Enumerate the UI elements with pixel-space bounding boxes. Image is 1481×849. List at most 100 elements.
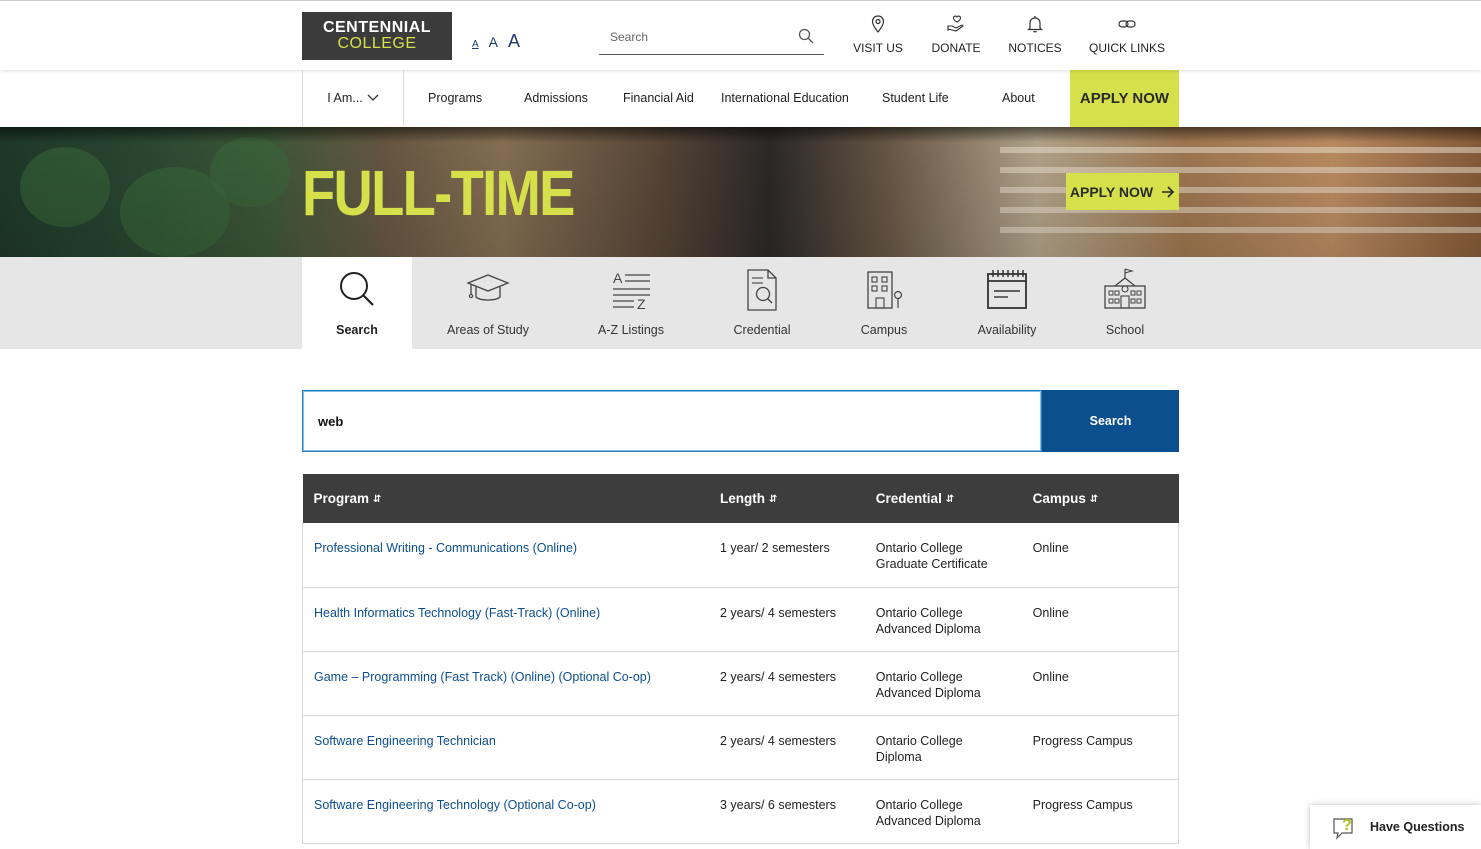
table-row: Software Engineering Technology (Optiona… [301,779,1179,844]
tab-a-z-listings[interactable]: AZ A-Z Listings [578,257,684,349]
length-cell: 2 years/ 4 semesters [708,587,865,652]
svg-text:Z: Z [637,296,646,312]
tab-areas-of-study[interactable]: Areas of Study [430,257,546,349]
table-header-row: Program ⇵ Length ⇵ Credential ⇵ Campus ⇵ [302,474,1179,523]
length-cell: 3 years/ 6 semesters [708,779,865,844]
tab-search[interactable]: Search [302,257,412,349]
program-cell: Game – Programming (Fast Track) (Online)… [301,651,709,716]
column-header-program-label: Program [313,491,370,506]
question-chat-icon: ? [1333,817,1353,840]
table-row: Professional Writing - Communications (O… [301,523,1179,588]
program-link[interactable]: Software Engineering Technician [314,734,496,748]
sort-icon: ⇵ [768,494,778,505]
credential-cell: Ontario College Advanced Diploma [864,651,1022,716]
text-size-small[interactable]: A [472,39,479,50]
column-header-credential-label: Credential [875,491,942,506]
tab-campus[interactable]: Campus [840,257,928,349]
column-header-credential[interactable]: Credential ⇵ [864,474,1022,523]
nav-student-life[interactable]: Student Life [882,70,949,126]
centennial-logo[interactable]: CENTENNIAL COLLEGE [302,12,452,60]
utility-links: VISIT US DONATE NOTICES QUICK LINKS [840,14,1180,55]
credential-line-2: Diploma [875,749,922,764]
length-cell: 2 years/ 4 semesters [708,715,865,780]
nav-apply-now-button[interactable]: APPLY NOW [1070,70,1179,127]
visit-us-label: VISIT US [853,41,903,55]
credential-cell: Ontario College Advanced Diploma [864,779,1022,844]
tab-credential-label: Credential [733,323,791,337]
nav-programs[interactable]: Programs [428,70,482,126]
sort-icon: ⇵ [373,494,382,505]
i-am-label: I Am... [327,91,363,105]
nav-about[interactable]: About [1002,70,1035,126]
link-icon [1118,20,1136,28]
credential-line-1: Ontario College [875,541,963,555]
credential-line-1: Ontario College [875,605,963,620]
site-search-input[interactable] [599,23,789,51]
top-bar: CENTENNIAL COLLEGE A A A VISIT US DONATE… [0,0,1481,70]
program-link[interactable]: Professional Writing - Communications (O… [314,541,577,555]
text-size-medium[interactable]: A [489,34,498,50]
notices-link[interactable]: NOTICES [996,14,1074,55]
quick-links-label: QUICK LINKS [1088,41,1166,55]
logo-line-1: CENTENNIAL [322,19,432,36]
column-header-campus[interactable]: Campus ⇵ [1021,474,1179,523]
main-nav: I Am... Programs Admissions Financial Ai… [0,70,1481,127]
hero-banner: FULL-TIME APPLY NOW [0,127,1481,257]
credential-cell: Ontario College Advanced Diploma [864,587,1022,652]
nav-financial-aid[interactable]: Financial Aid [623,70,694,126]
visit-us-link[interactable]: VISIT US [840,14,916,55]
campus-cell: Progress Campus [1021,715,1179,780]
i-am-dropdown[interactable]: I Am... [302,70,404,126]
sort-icon: ⇵ [945,494,955,505]
program-link[interactable]: Game – Programming (Fast Track) (Online)… [314,670,651,684]
tab-search-label: Search [336,323,378,337]
calendar-icon [987,270,1027,309]
column-header-length[interactable]: Length ⇵ [708,474,865,523]
campus-building-icon [867,271,903,309]
quick-links-link[interactable]: QUICK LINKS [1074,14,1180,55]
site-search [599,23,824,55]
tab-school[interactable]: School [1090,257,1160,349]
nav-admissions[interactable]: Admissions [524,70,588,126]
donate-label: DONATE [931,41,981,55]
table-row: Game – Programming (Fast Track) (Online)… [301,651,1179,716]
program-cell: Health Informatics Technology (Fast-Trac… [301,587,709,652]
have-questions-widget[interactable]: ? Have Questions [1310,805,1481,849]
text-size-large[interactable]: A [508,31,520,52]
campus-cell: Progress Campus [1021,779,1179,844]
notices-label: NOTICES [1008,41,1062,55]
tab-availability[interactable]: Availability [962,257,1052,349]
tab-credential[interactable]: Credential [716,257,808,349]
tab-campus-label: Campus [860,323,908,337]
arrow-right-icon [1162,185,1175,198]
column-header-campus-label: Campus [1032,491,1086,506]
program-search-input[interactable] [302,390,1042,452]
program-cell: Professional Writing - Communications (O… [301,523,709,588]
campus-cell: Online [1021,651,1179,716]
nav-international-education[interactable]: International Education [721,70,849,126]
program-link[interactable]: Software Engineering Technology (Optiona… [314,798,596,812]
credential-cell: Ontario College Graduate Certificate [864,523,1022,588]
length-cell: 1 year/ 2 semesters [708,523,865,588]
column-header-program[interactable]: Program ⇵ [302,474,709,523]
chevron-down-icon [367,94,379,101]
search-icon[interactable] [798,28,814,44]
program-search-button[interactable]: Search [1042,390,1179,452]
table-row: Software Engineering Technician 2 years/… [301,715,1179,780]
hero-apply-now-button[interactable]: APPLY NOW [1066,173,1179,210]
graduation-cap-icon [466,274,510,301]
credential-line-1: Ontario College [875,669,963,684]
donate-link[interactable]: DONATE [916,14,996,55]
credential-line-1: Ontario College [875,733,963,748]
have-questions-label: Have Questions [1370,820,1465,834]
text-size-controls: A A A [472,31,520,52]
tab-school-label: School [1105,323,1145,337]
hero-title: FULL-TIME [302,157,575,229]
campus-cell: Online [1021,523,1179,588]
school-building-icon [1104,268,1146,309]
results-table: Program ⇵ Length ⇵ Credential ⇵ Campus ⇵ Pro… [301,474,1179,844]
program-cell: Software Engineering Technology (Optiona… [301,779,709,844]
svg-text:A: A [613,270,623,286]
credential-line-2: Graduate Certificate [875,557,988,571]
program-link[interactable]: Health Informatics Technology (Fast-Trac… [314,606,600,620]
